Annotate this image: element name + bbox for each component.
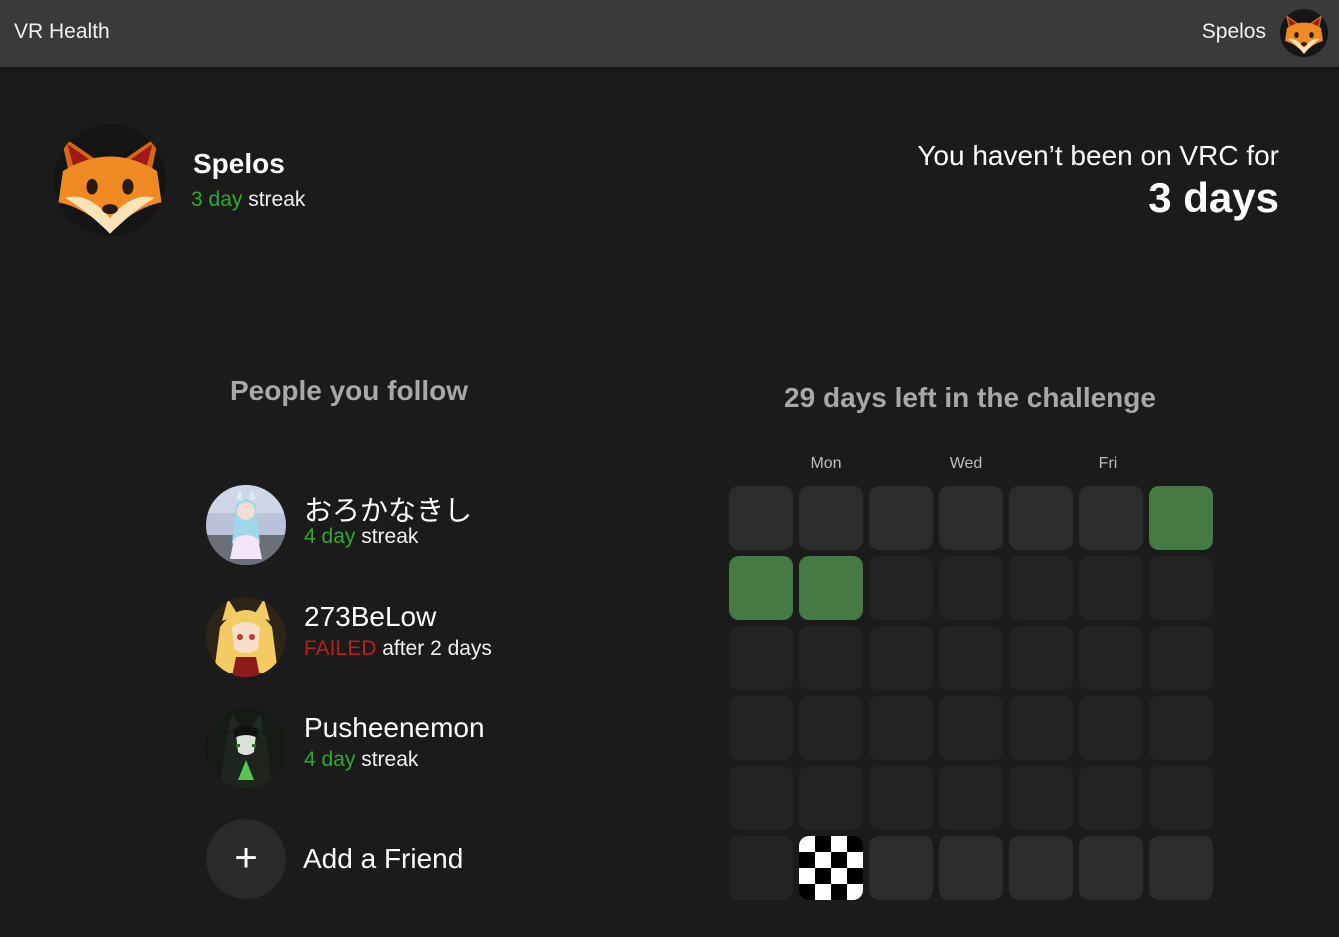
top-app-bar: VR Health Spelos	[0, 0, 1339, 67]
calendar-day-cell	[729, 626, 793, 690]
friend-name[interactable]: おろかなきし	[304, 489, 472, 529]
calendar-day-cell	[1009, 766, 1073, 830]
calendar-day-cell	[1149, 766, 1213, 830]
calendar-day-cell	[1149, 836, 1213, 900]
streak-suffix: streak	[242, 188, 306, 211]
calendar-day-cell	[799, 766, 863, 830]
calendar-day-cell	[1009, 486, 1073, 550]
finish-flag-cell	[799, 836, 863, 900]
calendar-day-cell	[1079, 696, 1143, 760]
calendar-day-cell	[729, 486, 793, 550]
calendar-day-cell	[729, 556, 793, 620]
calendar-day-cell	[1149, 696, 1213, 760]
day-label-mon: Mon	[810, 455, 842, 472]
profile-name: Spelos	[193, 148, 285, 179]
day-label-fri: Fri	[1098, 455, 1118, 472]
calendar-day-cell	[729, 836, 793, 900]
topbar-username[interactable]: Spelos	[1202, 20, 1266, 44]
friend-avatar[interactable]	[206, 708, 286, 788]
calendar-day-cell	[1009, 836, 1073, 900]
add-friend-label[interactable]: Add a Friend	[303, 843, 463, 875]
calendar-day-cell	[939, 486, 1003, 550]
app-title[interactable]: VR Health	[14, 20, 110, 44]
calendar-day-cell	[939, 626, 1003, 690]
calendar-day-cell	[939, 556, 1003, 620]
following-heading: People you follow	[230, 375, 469, 406]
calendar-day-cell	[799, 556, 863, 620]
calendar-day-cell	[1079, 626, 1143, 690]
add-friend-button[interactable]: + Add a Friend	[206, 819, 506, 899]
friend-streak-count: 4 day	[304, 748, 356, 771]
calendar-day-cell	[869, 696, 933, 760]
friend-status-text: streak	[355, 525, 419, 548]
friend-status: FAILED after 2 days	[304, 637, 492, 661]
calendar-day-cell	[799, 696, 863, 760]
absence-label: You haven’t been on VRC for	[917, 140, 1279, 171]
friend-item[interactable]: 273BeLow FAILED after 2 days	[206, 597, 626, 677]
calendar-day-cell	[869, 626, 933, 690]
calendar-day-cell	[729, 696, 793, 760]
profile-avatar	[54, 124, 166, 236]
friend-name[interactable]: 273BeLow	[304, 601, 436, 633]
calendar-day-cell	[1079, 766, 1143, 830]
calendar-day-cell	[1079, 836, 1143, 900]
calendar-day-cell	[939, 696, 1003, 760]
calendar-day-cell	[869, 486, 933, 550]
calendar-day-cell	[1009, 626, 1073, 690]
calendar-day-cell	[869, 836, 933, 900]
calendar-day-cell	[869, 556, 933, 620]
calendar-day-cell	[939, 766, 1003, 830]
calendar-day-cell	[1009, 556, 1073, 620]
fox-face-icon[interactable]	[1279, 8, 1329, 58]
profile-streak: 3 day streak	[191, 188, 305, 212]
friend-avatar[interactable]	[206, 485, 286, 565]
calendar-day-cell	[1149, 486, 1213, 550]
calendar-day-cell	[939, 836, 1003, 900]
calendar-day-cell	[1079, 556, 1143, 620]
friend-streak-count: 4 day	[304, 525, 356, 548]
calendar-day-cell	[799, 626, 863, 690]
friend-status: 4 day streak	[304, 748, 418, 772]
friend-item[interactable]: Pusheenemon 4 day streak	[206, 708, 626, 788]
calendar-day-cell	[1079, 486, 1143, 550]
calendar-day-cell	[869, 766, 933, 830]
friend-status-text: streak	[355, 748, 419, 771]
plus-icon[interactable]: +	[206, 819, 286, 899]
calendar-day-cell	[799, 486, 863, 550]
friend-status: 4 day streak	[304, 525, 418, 549]
friend-avatar[interactable]	[206, 597, 286, 677]
friend-item[interactable]: おろかなきし 4 day streak	[206, 485, 626, 565]
friend-status-text: after 2 days	[376, 637, 492, 660]
friend-failed-label: FAILED	[304, 637, 377, 660]
friend-name[interactable]: Pusheenemon	[304, 712, 485, 744]
calendar-day-cell	[1149, 626, 1213, 690]
streak-count: 3 day	[191, 188, 243, 211]
calendar-day-cell	[1009, 696, 1073, 760]
challenge-heading: 29 days left in the challenge	[784, 382, 1156, 413]
calendar-day-cell	[1149, 556, 1213, 620]
calendar-day-cell	[729, 766, 793, 830]
absence-value: 3 days	[1148, 174, 1279, 221]
fox-face-icon	[58, 135, 162, 234]
day-label-wed: Wed	[949, 455, 983, 472]
